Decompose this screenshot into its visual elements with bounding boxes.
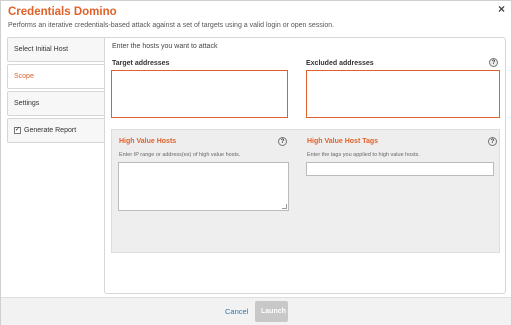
dialog-footer: Cancel Launch xyxy=(1,297,511,325)
high-value-hosts-field[interactable] xyxy=(118,162,289,211)
close-icon[interactable]: × xyxy=(498,2,505,16)
scope-panel: Enter the hosts you want to attack Targe… xyxy=(104,37,506,294)
sidebar-item-scope[interactable]: Scope xyxy=(7,64,105,89)
checkbox-checked-icon[interactable]: ✓ xyxy=(14,127,21,134)
wizard-sidebar: Select Initial Host Scope Settings ✓ Gen… xyxy=(7,37,105,145)
dialog-subtitle: Performs an iterative credentials-based … xyxy=(8,22,335,29)
excluded-addresses-label: Excluded addresses xyxy=(306,60,374,67)
high-value-section: High Value Hosts ? Enter IP range or add… xyxy=(111,129,500,253)
dialog-title: Credentials Domino xyxy=(8,6,117,18)
high-value-host-tags-input[interactable] xyxy=(306,162,494,176)
high-value-host-tags-label: High Value Host Tags xyxy=(307,138,379,145)
sidebar-item-select-initial-host[interactable]: Select Initial Host xyxy=(7,37,105,62)
help-icon[interactable]: ? xyxy=(489,58,498,67)
generate-report-label: Generate Report xyxy=(24,127,77,134)
sidebar-item-generate-report[interactable]: ✓ Generate Report xyxy=(7,118,105,143)
launch-button[interactable]: Launch xyxy=(255,301,288,322)
high-value-hosts-hint: Enter IP range or address(es) of high va… xyxy=(119,152,241,158)
help-icon[interactable]: ? xyxy=(488,137,497,146)
target-addresses-field[interactable] xyxy=(111,70,288,118)
target-addresses-label: Target addresses xyxy=(112,60,170,67)
credentials-domino-dialog: Credentials Domino × Performs an iterati… xyxy=(0,0,512,325)
excluded-addresses-field[interactable] xyxy=(306,70,500,118)
cancel-button[interactable]: Cancel xyxy=(225,307,248,316)
scope-instruction: Enter the hosts you want to attack xyxy=(112,43,218,50)
sidebar-item-settings[interactable]: Settings xyxy=(7,91,105,116)
help-icon[interactable]: ? xyxy=(278,137,287,146)
resize-handle-icon[interactable] xyxy=(282,204,287,209)
high-value-host-tags-hint: Enter the tags you applied to high value… xyxy=(307,152,420,158)
high-value-hosts-label: High Value Hosts xyxy=(119,138,177,145)
